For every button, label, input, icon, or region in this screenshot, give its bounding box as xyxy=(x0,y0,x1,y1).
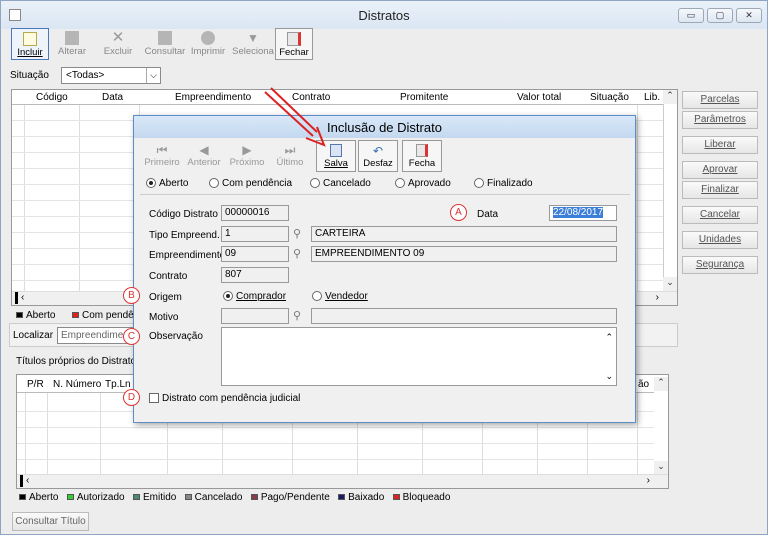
annotation-arrow xyxy=(264,87,326,147)
